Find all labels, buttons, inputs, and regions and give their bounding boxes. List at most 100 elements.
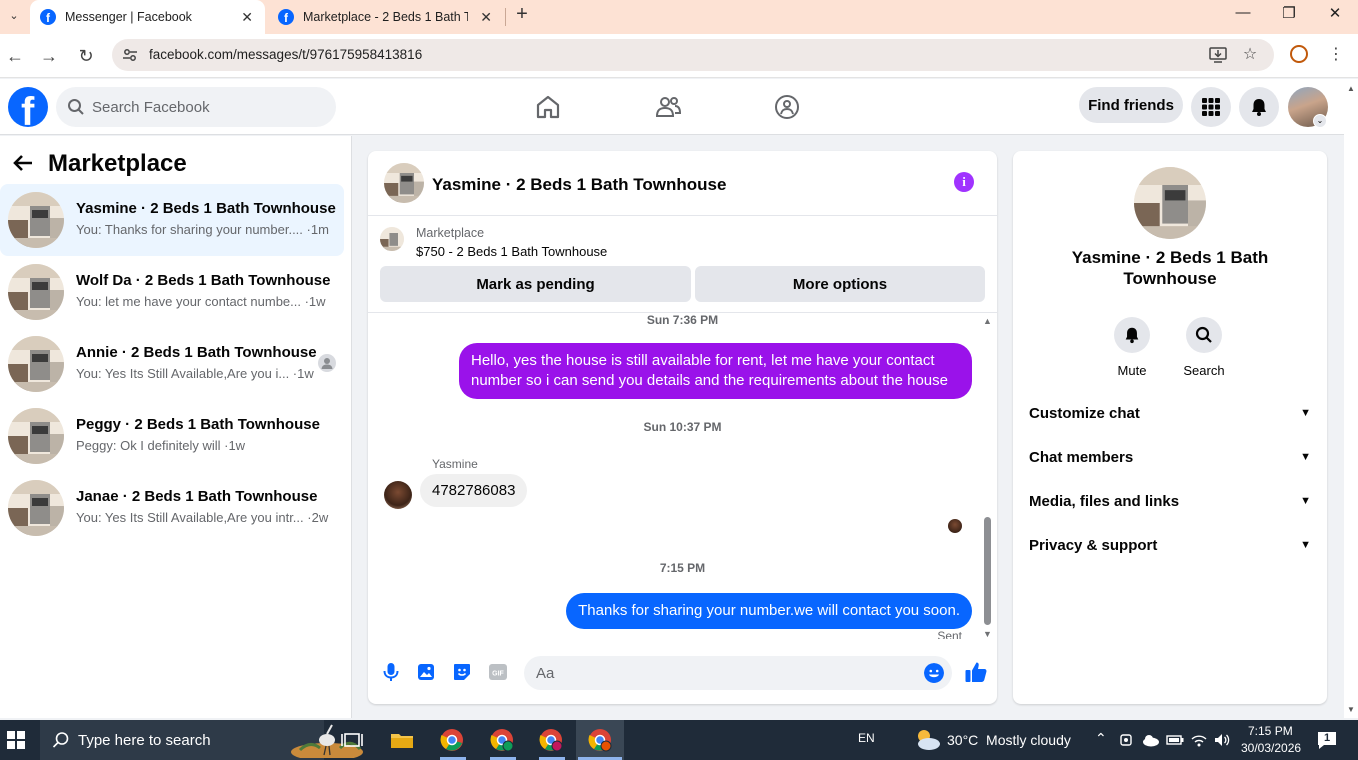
new-tab-plus-icon[interactable]: + [512,3,532,26]
search-icon [68,99,84,115]
outgoing-message[interactable]: Thanks for sharing your number.we will c… [566,593,972,629]
listing-thumbnail [8,264,64,320]
emoji-icon[interactable] [924,663,944,683]
install-app-icon[interactable] [1208,45,1228,65]
restore-icon[interactable]: ❐ [1274,4,1304,22]
account-chevron-icon[interactable]: ⌄ [1313,114,1327,128]
sender-avatar[interactable] [384,481,412,509]
user-silhouette-icon [318,354,336,372]
reload-icon[interactable]: ↻ [75,45,97,67]
volume-icon[interactable] [1213,731,1231,749]
chrome-profile-4-icon[interactable] [586,726,614,754]
conversation-name: Annie · 2 Beds 1 Bath Townhouse [76,344,317,361]
weather-text[interactable]: 30°C Mostly cloudy [947,732,1071,748]
bookmark-star-icon[interactable]: ☆ [1240,45,1260,65]
wifi-icon[interactable] [1190,731,1208,749]
chat-members-section[interactable]: Chat members ▼ [1029,442,1311,472]
listing-thumbnail [8,408,64,464]
forward-arrow-icon[interactable]: → [38,45,60,67]
sender-name: Yasmine [432,457,478,471]
minimize-icon[interactable]: — [1228,4,1258,21]
listing-thumbnail[interactable] [380,227,404,251]
site-settings-icon[interactable] [122,47,138,63]
tab-title: Marketplace - 2 Beds 1 Bath Townhouse [303,10,468,24]
windows-start-icon[interactable] [7,731,25,749]
search-input[interactable] [92,87,322,127]
home-icon[interactable] [534,93,562,121]
meet-now-icon[interactable] [1119,732,1135,748]
mark-as-pending-button[interactable]: Mark as pending [380,266,691,302]
tab-close-icon[interactable]: ✕ [241,9,253,26]
taskbar-search-box[interactable]: Type here to search [40,720,363,760]
more-options-button[interactable]: More options [695,266,985,302]
tab-search-chevron-icon[interactable]: ⌄ [4,6,24,26]
scroll-down-arrow-icon[interactable]: ▼ [1347,705,1355,714]
message-timestamp: Sun 7:36 PM [646,314,719,327]
chrome-profile-3-icon[interactable] [537,726,565,754]
clock-time[interactable]: 7:15 PM [1248,724,1293,738]
scroll-up-arrow-icon[interactable]: ▲ [1347,84,1355,93]
conversation-item[interactable]: Wolf Da · 2 Beds 1 Bath Townhouse You: l… [0,256,344,328]
find-friends-button[interactable]: Find friends [1079,87,1183,123]
onedrive-cloud-icon[interactable] [1142,732,1160,748]
friends-icon[interactable] [654,93,682,121]
chrome-icon[interactable] [438,726,466,754]
mute-button[interactable]: Mute [1102,317,1162,378]
tab-marketplace[interactable]: f Marketplace - 2 Beds 1 Bath Townhouse … [268,0,504,34]
conversation-thumbnail[interactable] [1134,167,1206,239]
notifications-button[interactable] [1239,87,1279,127]
conversation-item[interactable]: Janae · 2 Beds 1 Bath Townhouse You: Yes… [0,472,344,544]
page-scrollbar[interactable]: ▲ ▼ [1344,80,1358,718]
scroll-up-arrow-icon[interactable]: ▲ [983,316,992,326]
listing-title[interactable]: $750 - 2 Beds 1 Bath Townhouse [416,244,607,259]
tab-close-icon[interactable]: ✕ [480,9,492,26]
gif-icon[interactable]: GIF [487,661,509,683]
back-arrow-icon[interactable] [12,152,34,174]
tab-messenger[interactable]: f Messenger | Facebook ✕ [30,0,265,34]
scroll-down-arrow-icon[interactable]: ▼ [983,629,992,639]
search-conversation-button[interactable]: Search [1174,317,1234,378]
back-arrow-icon[interactable]: ← [4,45,26,67]
thumbs-up-icon[interactable] [964,660,988,684]
menu-grid-button[interactable] [1191,87,1231,127]
search-label: Search [1183,363,1225,378]
customize-chat-section[interactable]: Customize chat ▼ [1029,398,1311,428]
facebook-logo-icon[interactable]: f [8,87,48,127]
url-text[interactable]: facebook.com/messages/t/976175958413816 [149,47,422,62]
chrome-menu-icon[interactable]: ⋮ [1327,44,1345,64]
tab-title: Messenger | Facebook [65,10,192,24]
media-files-links-section[interactable]: Media, files and links ▼ [1029,486,1311,516]
address-bar[interactable]: facebook.com/messages/t/976175958413816 … [112,39,1274,71]
groups-icon[interactable] [773,93,801,121]
conversation-item[interactable]: Annie · 2 Beds 1 Bath Townhouse You: Yes… [0,328,344,400]
listing-thumbnail [8,336,64,392]
close-window-icon[interactable]: ✕ [1320,4,1350,22]
info-icon[interactable]: i [954,172,974,192]
listing-thumbnail [8,192,64,248]
weather-cloud-icon[interactable] [912,727,942,753]
task-view-icon[interactable] [338,726,366,754]
photo-icon[interactable] [415,661,437,683]
outgoing-message[interactable]: Hello, yes the house is still available … [459,343,972,399]
chrome-profile-2-icon[interactable] [488,726,516,754]
message-input[interactable] [524,656,952,690]
thread-scrollbar[interactable] [984,517,991,625]
chat-thumbnail[interactable] [384,163,424,203]
language-indicator[interactable]: EN [858,731,875,745]
privacy-support-section[interactable]: Privacy & support ▼ [1029,530,1311,560]
battery-icon[interactable] [1166,732,1184,748]
conversation-item[interactable]: Peggy · 2 Beds 1 Bath Townhouse Peggy: O… [0,400,344,472]
sticker-icon[interactable] [451,661,473,683]
file-explorer-icon[interactable] [388,726,416,754]
search-box[interactable] [56,87,336,127]
show-hidden-icons-chevron-icon[interactable]: ⌃ [1095,730,1107,747]
conversation-item[interactable]: Yasmine · 2 Beds 1 Bath Townhouse You: T… [0,184,344,256]
clock-date[interactable]: 30/03/2026 [1241,741,1301,755]
chat-title[interactable]: Yasmine · 2 Beds 1 Bath Townhouse [432,175,726,195]
message-thread[interactable]: Sun 7:36 PM Hello, yes the house is stil… [368,314,997,639]
incoming-message[interactable]: 4782786083 [420,474,528,507]
microphone-icon[interactable] [380,661,402,683]
bell-icon [1125,327,1139,344]
chrome-profile-icon[interactable] [1290,45,1308,63]
windows-taskbar: Type here to search EN 30°C Mostly cloud… [0,720,1358,760]
